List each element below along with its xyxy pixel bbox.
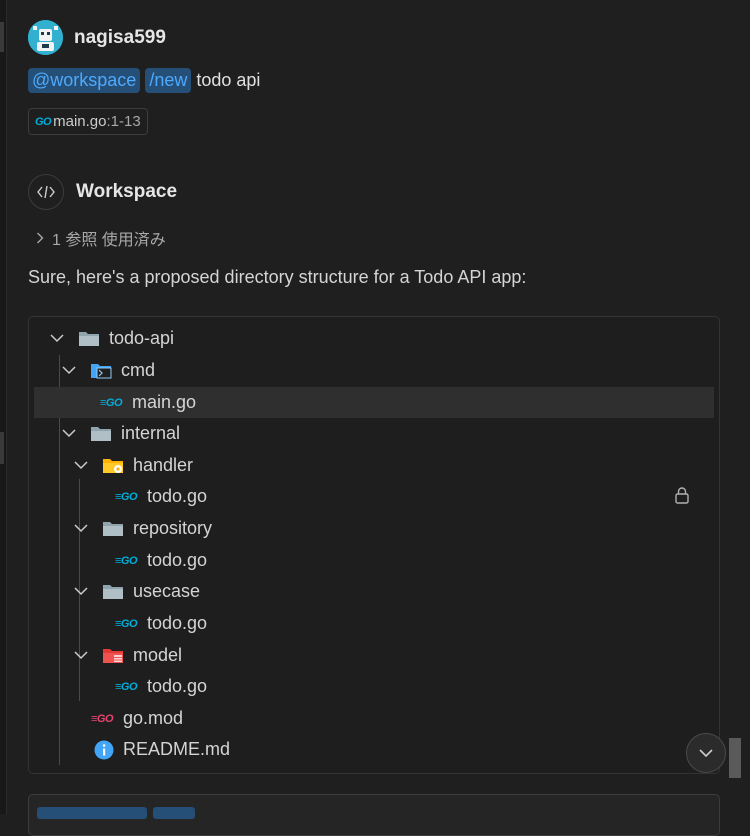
chevron-down-icon (73, 651, 89, 660)
tree-row-handler[interactable]: handler (73, 450, 193, 481)
tree-row-todo-api[interactable]: todo-api (49, 323, 174, 354)
chip-placeholder (37, 807, 147, 819)
tree-row-usecase[interactable]: usecase (73, 576, 200, 607)
tree-label: usecase (133, 581, 201, 601)
terminal-folder-icon (89, 361, 113, 381)
go-icon: GO (35, 115, 52, 128)
references-toggle[interactable]: 1 参照 使用済み (36, 226, 166, 250)
code-icon (28, 174, 64, 210)
tree-label: todo.go (147, 676, 208, 696)
tree-row-usecase-todo-go[interactable]: ≡GO todo.go (115, 608, 207, 639)
tree-row-go-mod[interactable]: ≡GO go.mod (91, 703, 183, 734)
tree-row-handler-todo-go[interactable]: ≡GO todo.go (115, 481, 207, 512)
agent-name: Workspace (76, 181, 178, 202)
tree-row-internal[interactable]: internal (61, 418, 180, 449)
reference-range: :1-13 (106, 113, 141, 130)
folder-icon (101, 519, 125, 539)
tree-label: cmd (121, 360, 156, 380)
scrollbar-thumb[interactable] (729, 738, 741, 778)
indent-guide (79, 479, 80, 509)
go-icon: ≡GO (115, 554, 138, 567)
agent-header: Workspace (28, 174, 177, 210)
tree-label: todo.go (147, 486, 208, 506)
chevron-down-icon (699, 748, 713, 757)
chip-placeholder (153, 807, 195, 819)
reference-file: main.go (53, 113, 107, 130)
chevron-down-icon (73, 524, 89, 533)
tree-label: handler (133, 455, 194, 475)
go-icon: ≡GO (115, 680, 138, 693)
chevron-right-icon (37, 232, 44, 244)
go-icon: ≡GO (115, 617, 138, 630)
go-mod-icon: ≡GO (91, 712, 114, 725)
folder-icon (77, 329, 101, 349)
tree-row-repository[interactable]: repository (73, 513, 212, 544)
info-icon (91, 740, 117, 760)
lock-icon[interactable] (675, 487, 689, 504)
folder-icon (101, 582, 125, 602)
tree-label: README.md (123, 739, 231, 759)
model-folder-icon (101, 646, 125, 666)
tree-label: main.go (132, 392, 197, 412)
activity-edge (0, 0, 7, 814)
tree-label: todo-api (109, 328, 175, 348)
chevron-down-icon (61, 429, 77, 438)
edge-marker (0, 432, 4, 464)
chevron-down-icon (49, 334, 65, 343)
tree-label: todo.go (147, 550, 208, 570)
references-label: 1 参照 使用済み (52, 232, 166, 249)
folder-icon (89, 424, 113, 444)
file-tree: todo-api cmd ≡GO main.go internal handle… (28, 316, 720, 774)
tree-label: internal (121, 423, 181, 443)
go-icon: ≡GO (115, 490, 138, 503)
tree-row-readme[interactable]: README.md (91, 734, 230, 765)
avatar (28, 20, 63, 55)
tree-label: go.mod (123, 708, 184, 728)
tree-row-cmd[interactable]: cmd (61, 355, 155, 386)
tree-row-model[interactable]: model (73, 640, 182, 671)
tree-row-main-go[interactable]: ≡GO main.go (34, 387, 714, 418)
username: nagisa599 (74, 26, 166, 48)
file-reference[interactable]: GO main.go :1-13 (28, 108, 148, 135)
edge-marker (0, 22, 4, 52)
command-chip[interactable]: /new (145, 68, 192, 93)
chevron-down-icon (61, 366, 77, 375)
tree-row-repository-todo-go[interactable]: ≡GO todo.go (115, 545, 207, 576)
next-message-preview (28, 794, 720, 836)
go-icon: ≡GO (100, 396, 123, 409)
agent-chip[interactable]: @workspace (28, 68, 141, 93)
gear-folder-icon (101, 456, 125, 476)
tree-label: todo.go (147, 613, 208, 633)
tree-row-model-todo-go[interactable]: ≡GO todo.go (115, 671, 207, 702)
user-prompt: @workspace /new todo api (28, 68, 260, 93)
tree-label: model (133, 645, 183, 665)
tree-label: repository (133, 518, 213, 538)
scroll-down-button[interactable] (686, 733, 726, 773)
prompt-text: todo api (196, 70, 261, 90)
chevron-down-icon (73, 461, 89, 470)
chevron-down-icon (73, 587, 89, 596)
response-message: Sure, here's a proposed directory struct… (28, 267, 527, 287)
user-header: nagisa599 (28, 20, 166, 55)
